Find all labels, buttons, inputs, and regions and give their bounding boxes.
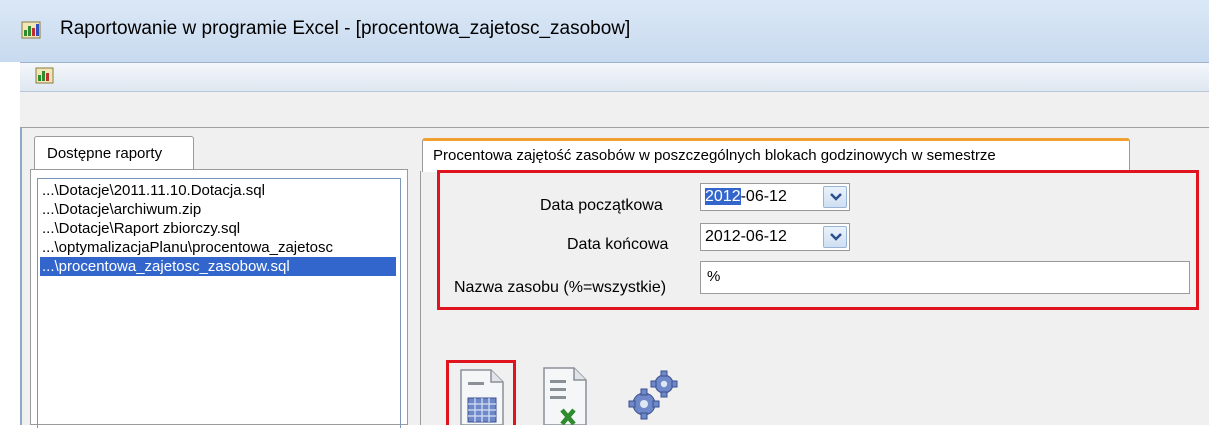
chevron-down-icon[interactable] [823,186,847,208]
start-date-rest: -06-12 [740,188,787,205]
excel-report-menu-icon[interactable] [34,66,56,86]
tab-available-reports-label: Dostępne raporty [47,145,163,162]
window-title: Raportowanie w programie Excel - [procen… [60,18,631,39]
end-date-value: 2012-06-12 [705,228,787,245]
panel-splitter[interactable] [410,128,418,425]
resource-name-input[interactable]: % [700,261,1190,294]
list-item[interactable]: ...\optymalizacjaPlanu\procentowa_zajeto… [40,238,333,257]
excel-report-app-icon [21,21,41,39]
title-bar: Raportowanie w programie Excel - [procen… [0,0,1209,62]
list-item[interactable]: ...\Dotacje\Raport zbiorczy.sql [40,219,240,238]
menu-bar [20,62,1209,92]
list-item-selected[interactable]: ...\procentowa_zajetosc_zasobow.sql [40,257,396,276]
tab-available-reports[interactable]: Dostępne raporty [34,136,194,170]
list-item[interactable]: ...\Dotacje\2011.11.10.Dotacja.sql [40,181,265,200]
settings-gears-icon[interactable] [624,366,680,420]
excel-export-icon[interactable] [540,366,592,425]
table-report-icon[interactable] [455,368,507,425]
tab-report-description[interactable]: Procentowa zajętość zasobów w poszczegól… [422,138,1130,172]
tab-report-description-label: Procentowa zajętość zasobów w poszczegól… [433,147,996,164]
start-date-label: Data początkowa [540,197,663,214]
resource-name-label: Nazwa zasobu (%=wszystkie) [454,279,667,296]
end-date-picker[interactable]: 2012-06-12 [700,223,850,251]
reports-list: ...\Dotacje\2011.11.10.Dotacja.sql ...\D… [37,178,401,428]
chevron-down-icon[interactable] [823,226,847,248]
resource-name-value: % [707,268,721,285]
start-date-picker[interactable]: 2012-06-12 [700,183,850,211]
toolbar [20,92,1209,128]
start-date-year: 2012 [705,188,741,205]
start-date-value: 2012-06-12 [705,188,787,206]
list-item[interactable]: ...\Dotacje\archiwum.zip [40,200,201,219]
end-date-label: Data końcowa [567,236,669,253]
reports-panel: ...\Dotacje\2011.11.10.Dotacja.sql ...\D… [30,169,408,428]
